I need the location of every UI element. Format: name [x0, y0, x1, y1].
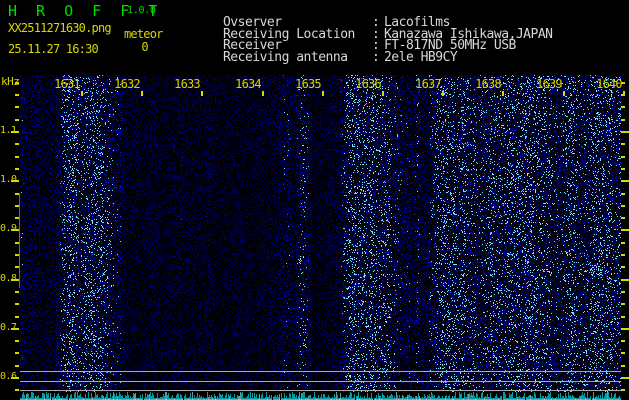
- freq-tick-label: 0.6: [0, 371, 17, 382]
- signal-level-gridline: [20, 371, 621, 372]
- freq-tick: [15, 389, 19, 391]
- freq-tick: [15, 352, 19, 354]
- freq-tick-label: 0.9: [0, 223, 17, 234]
- signal-level-gridline: [20, 390, 621, 391]
- freq-tick: [15, 340, 19, 342]
- freq-tick-label: 0.7: [0, 322, 17, 333]
- time-tick: [382, 91, 384, 96]
- freq-tick: [15, 291, 19, 293]
- freq-tick: [621, 279, 629, 281]
- time-tick: [563, 91, 565, 96]
- freq-tick: [15, 82, 19, 84]
- freq-tick: [15, 303, 19, 305]
- freq-tick: [621, 328, 629, 330]
- freq-tick: [621, 303, 625, 305]
- time-tick-label: 1635: [295, 77, 322, 91]
- freq-tick: [621, 180, 629, 182]
- freq-tick: [621, 156, 625, 158]
- freq-tick: [621, 106, 625, 108]
- freq-tick: [15, 106, 19, 108]
- app-version: 1.0.0: [127, 5, 156, 16]
- signal-level-gridline: [20, 381, 621, 382]
- freq-tick: [621, 254, 625, 256]
- time-tick: [262, 91, 264, 96]
- freq-tick-label: 0.8: [0, 273, 17, 284]
- time-tick-label: 1636: [355, 77, 382, 91]
- info-row: Ovserver: Lacofilms: [179, 5, 552, 29]
- time-tick: [201, 91, 203, 96]
- freq-tick: [15, 156, 19, 158]
- time-tick: [322, 91, 324, 96]
- spectrogram-noise-canvas: [20, 75, 621, 400]
- freq-tick: [621, 242, 625, 244]
- time-tick: [81, 91, 83, 96]
- time-tick: [442, 91, 444, 96]
- echo-count: 0: [141, 40, 149, 54]
- time-tick-label: 1638: [475, 77, 502, 91]
- freq-tick: [621, 291, 625, 293]
- freq-tick: [621, 168, 625, 170]
- freq-tick-label: 1.1: [0, 125, 17, 136]
- freq-tick: [621, 340, 625, 342]
- time-tick-label: 1634: [235, 77, 262, 91]
- capture-datetime: 25.11.27 16:30: [8, 42, 99, 56]
- time-tick: [502, 91, 504, 96]
- freq-tick: [621, 389, 625, 391]
- freq-tick: [621, 217, 625, 219]
- observer-info: Ovserver: Lacofilms Receiving Location: Ka…: [179, 5, 553, 64]
- freq-tick: [15, 316, 19, 318]
- freq-tick: [15, 168, 19, 170]
- freq-tick: [621, 119, 625, 121]
- time-tick-label: 1631: [54, 77, 81, 91]
- freq-tick: [621, 229, 629, 231]
- time-tick: [141, 91, 143, 96]
- time-tick-label: 1633: [174, 77, 201, 91]
- freq-tick: [621, 266, 625, 268]
- left-edge-marker-line: [19, 193, 20, 288]
- time-tick-label: 1640: [596, 77, 623, 91]
- time-tick-label: 1637: [415, 77, 442, 91]
- freq-tick-label: 1.0: [0, 174, 17, 185]
- capture-filename: XX2511271630.png: [8, 21, 112, 35]
- freq-tick: [621, 131, 629, 133]
- freq-tick: [621, 193, 625, 195]
- info-value: 2ele HB9CY: [383, 50, 458, 66]
- freq-tick: [621, 365, 625, 367]
- time-tick: [623, 91, 625, 96]
- freq-tick: [621, 205, 625, 207]
- info-label: Receiving antenna: [222, 50, 348, 66]
- hrofft-window: H R O F F T 1.0.0 XX2511271630.png meteo…: [0, 0, 629, 400]
- mode-label: meteor: [124, 27, 163, 41]
- time-tick-label: 1639: [536, 77, 563, 91]
- time-tick-label: 1632: [114, 77, 141, 91]
- freq-tick: [621, 143, 625, 145]
- freq-tick: [15, 94, 19, 96]
- freq-tick: [15, 143, 19, 145]
- info-colon: :: [371, 50, 380, 66]
- freq-tick: [621, 377, 629, 379]
- freq-tick: [621, 316, 625, 318]
- freq-tick: [15, 119, 19, 121]
- freq-tick: [15, 365, 19, 367]
- freq-tick: [621, 352, 625, 354]
